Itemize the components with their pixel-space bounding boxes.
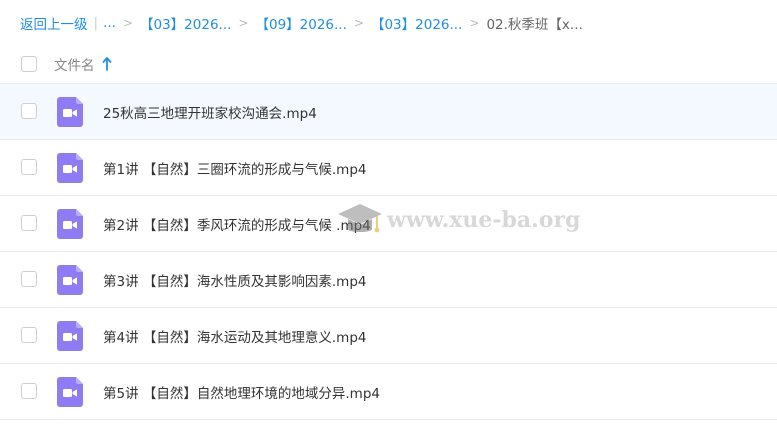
- file-checkbox[interactable]: [21, 159, 37, 175]
- breadcrumb-ellipsis[interactable]: ...: [103, 15, 116, 31]
- column-name-header[interactable]: 文件名: [54, 54, 112, 74]
- file-checkbox[interactable]: [21, 383, 37, 399]
- breadcrumb: 返回上一级 | ... > 【03】2026... > 【09】2026... …: [20, 12, 583, 34]
- select-all-checkbox[interactable]: [21, 55, 37, 72]
- column-name-label: 文件名: [54, 57, 95, 74]
- file-checkbox[interactable]: [21, 327, 37, 343]
- file-row[interactable]: 第3讲 【自然】海水性质及其影响因素.mp4: [0, 252, 777, 308]
- file-name[interactable]: 25秋高三地理开班家校沟通会.mp4: [103, 102, 317, 122]
- file-list: 25秋高三地理开班家校沟通会.mp4 第1讲 【自然】三圈环流的形成与气候.mp…: [0, 84, 777, 420]
- back-link[interactable]: 返回上一级: [20, 13, 88, 33]
- file-list-header: 文件名: [0, 44, 777, 84]
- breadcrumb-item-3[interactable]: 【03】2026...: [371, 13, 462, 33]
- file-checkbox[interactable]: [21, 271, 37, 287]
- video-file-icon: [57, 209, 83, 239]
- video-file-icon: [57, 321, 83, 351]
- breadcrumb-separator: >: [238, 16, 249, 30]
- file-row[interactable]: 第1讲 【自然】三圈环流的形成与气候.mp4: [0, 140, 777, 196]
- breadcrumb-current: 02.秋季班【x...: [486, 17, 583, 33]
- file-name[interactable]: 第4讲 【自然】海水运动及其地理意义.mp4: [103, 326, 366, 346]
- breadcrumb-item-1[interactable]: 【03】2026...: [140, 13, 231, 33]
- file-name[interactable]: 第2讲 【自然】季风环流的形成与气候 .mp4: [103, 214, 371, 234]
- breadcrumb-separator: >: [122, 16, 133, 30]
- file-row[interactable]: 第4讲 【自然】海水运动及其地理意义.mp4: [0, 308, 777, 364]
- breadcrumb-item-2[interactable]: 【09】2026...: [255, 13, 346, 33]
- breadcrumb-divider: |: [93, 15, 99, 31]
- file-row[interactable]: 第2讲 【自然】季风环流的形成与气候 .mp4: [0, 196, 777, 252]
- file-name[interactable]: 第5讲 【自然】自然地理环境的地域分异.mp4: [103, 382, 380, 402]
- sort-ascending-icon[interactable]: [102, 56, 112, 71]
- video-file-icon: [57, 97, 83, 127]
- video-file-icon: [57, 153, 83, 183]
- file-checkbox[interactable]: [21, 215, 37, 231]
- file-row[interactable]: 25秋高三地理开班家校沟通会.mp4: [0, 84, 777, 140]
- video-file-icon: [57, 377, 83, 407]
- file-checkbox[interactable]: [21, 103, 37, 119]
- video-file-icon: [57, 265, 83, 295]
- breadcrumb-separator: >: [353, 16, 364, 30]
- file-name[interactable]: 第1讲 【自然】三圈环流的形成与气候.mp4: [103, 158, 366, 178]
- file-name[interactable]: 第3讲 【自然】海水性质及其影响因素.mp4: [103, 270, 366, 290]
- breadcrumb-separator: >: [469, 16, 480, 30]
- file-row[interactable]: 第5讲 【自然】自然地理环境的地域分异.mp4: [0, 364, 777, 420]
